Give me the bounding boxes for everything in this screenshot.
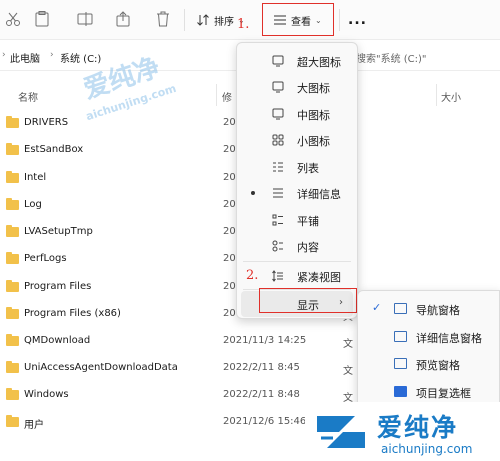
- tiles-icon: [272, 214, 283, 226]
- annotation-box-view: [262, 3, 334, 36]
- watermark-logo: 爱纯净 aichunjing.com: [305, 402, 500, 461]
- sort-icon: [197, 14, 209, 26]
- watermark-logo-url: aichunjing.com: [381, 442, 473, 456]
- folder-icon: [6, 116, 19, 128]
- search-input[interactable]: 搜索"系统 (C:)": [356, 50, 427, 65]
- folder-icon: [6, 361, 19, 373]
- folder-icon: [6, 280, 19, 292]
- navigation-pane-icon: [394, 303, 407, 314]
- annotation-box-show: [259, 288, 357, 313]
- details-icon: [273, 188, 283, 198]
- watermark-logo-text: 爱纯净: [377, 413, 459, 442]
- menu-item-large-icons[interactable]: 大图标: [237, 74, 357, 100]
- chevron-right-icon: ›: [50, 50, 54, 60]
- menu-item-content[interactable]: 内容: [237, 233, 357, 259]
- folder-icon: [6, 388, 19, 400]
- folder-icon: [6, 225, 19, 237]
- submenu-item-preview-pane[interactable]: 预览窗格: [358, 350, 500, 378]
- monitor-icon: [272, 81, 284, 93]
- sort-label: 排序: [214, 16, 234, 28]
- annotation-step-2: 2.: [246, 268, 259, 283]
- compact-view-icon: [272, 270, 283, 282]
- brand-logo-icon: [317, 416, 365, 448]
- annotation-step-1: 1.: [237, 17, 250, 32]
- breadcrumb-system-c[interactable]: 系统 (C:): [60, 50, 101, 65]
- toolbar-divider: [339, 9, 340, 31]
- menu-item-details[interactable]: 详细信息: [237, 180, 357, 206]
- menu-item-medium-icons[interactable]: 中图标: [237, 101, 357, 127]
- monitor-icon: [272, 55, 284, 67]
- chevron-right-icon: ›: [2, 50, 6, 60]
- folder-icon: [6, 415, 19, 427]
- preview-pane-icon: [394, 358, 407, 369]
- selected-dot-icon: [251, 191, 255, 195]
- checkmark-icon: ✓: [372, 301, 382, 314]
- checkbox-icon: [394, 386, 407, 397]
- menu-item-tiles[interactable]: 平铺: [237, 207, 357, 233]
- breadcrumb-this-pc[interactable]: 此电脑: [10, 50, 40, 65]
- submenu-item-navigation-pane[interactable]: ✓ 导航窗格: [358, 295, 500, 323]
- column-divider[interactable]: [216, 84, 217, 106]
- delete-icon[interactable]: [154, 10, 172, 28]
- menu-divider: [243, 261, 351, 262]
- folder-icon: [6, 198, 19, 210]
- paste-icon[interactable]: [33, 10, 51, 28]
- column-divider[interactable]: [436, 84, 437, 106]
- column-header-date[interactable]: 修: [222, 89, 232, 104]
- rename-icon[interactable]: [76, 10, 94, 28]
- menu-item-list[interactable]: 列表: [237, 154, 357, 180]
- details-pane-icon: [394, 331, 407, 342]
- cut-icon[interactable]: [4, 10, 22, 28]
- list-icon: [273, 162, 283, 172]
- command-bar: 排序 ⌄ 查看 ⌄ 1. ...: [0, 0, 500, 40]
- column-header-size[interactable]: 大小: [441, 89, 461, 104]
- content-icon: [272, 240, 283, 252]
- column-header-name[interactable]: 名称: [18, 89, 38, 104]
- share-icon[interactable]: [114, 10, 132, 28]
- folder-icon: [6, 334, 19, 346]
- toolbar-divider: [184, 9, 185, 31]
- folder-icon: [6, 171, 19, 183]
- more-options-button[interactable]: ...: [348, 8, 367, 32]
- submenu-item-details-pane[interactable]: 详细信息窗格: [358, 323, 500, 351]
- menu-item-extra-large-icons[interactable]: 超大图标: [237, 48, 357, 74]
- menu-item-small-icons[interactable]: 小图标: [237, 127, 357, 153]
- grid-icon: [272, 134, 284, 146]
- folder-icon: [6, 307, 19, 319]
- folder-icon: [6, 252, 19, 264]
- monitor-icon: [272, 108, 284, 120]
- folder-icon: [6, 143, 19, 155]
